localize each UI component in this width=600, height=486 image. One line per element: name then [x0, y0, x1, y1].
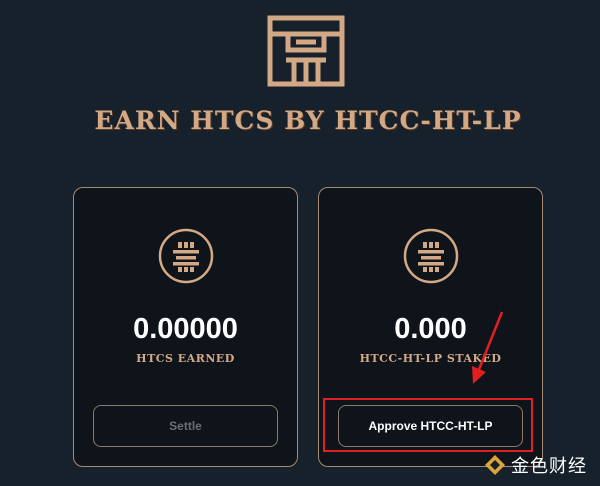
earned-card: 0.00000 HTCS EARNED Settle [73, 187, 298, 467]
page-title: EARN HTCS BY HTCC-HT-LP [94, 106, 522, 135]
token-coin-icon [403, 228, 459, 284]
annotation-highlight-box [323, 398, 533, 452]
temple-logo-icon [267, 15, 345, 87]
settle-button[interactable]: Settle [93, 405, 278, 447]
diamond-logo-icon [485, 455, 505, 475]
earned-label: HTCS EARNED [136, 352, 235, 365]
token-coin-icon [158, 228, 214, 284]
earned-amount: 0.00000 [133, 313, 238, 345]
watermark-text: 金色财经 [511, 456, 587, 477]
watermark: 金色财经 [484, 452, 587, 478]
annotation-arrow-icon [472, 311, 504, 384]
